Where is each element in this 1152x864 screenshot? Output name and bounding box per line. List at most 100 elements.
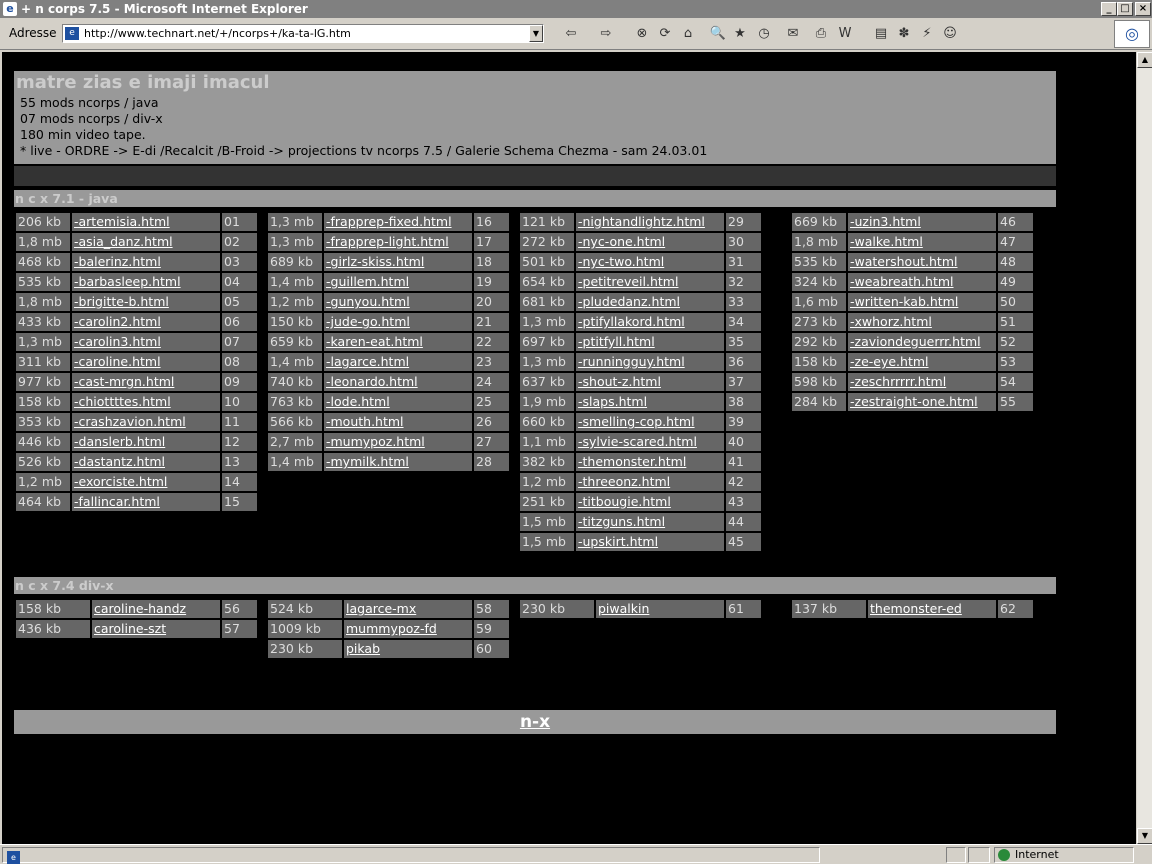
file-link[interactable]: -smelling-cop.html: [578, 414, 695, 429]
file-name-cell[interactable]: -karen-eat.html: [324, 333, 472, 351]
file-name-cell[interactable]: -lagarce.html: [324, 353, 472, 371]
scroll-down-icon[interactable]: ▼: [1137, 828, 1152, 844]
file-name-cell[interactable]: -guillem.html: [324, 273, 472, 291]
file-link[interactable]: -carolin3.html: [74, 334, 161, 349]
back-icon[interactable]: ⇦: [562, 25, 580, 43]
edit-icon[interactable]: W: [836, 25, 854, 43]
file-name-cell[interactable]: -ze-eye.html: [848, 353, 996, 371]
file-link[interactable]: -crashzavion.html: [74, 414, 186, 429]
maximize-button[interactable]: □: [1117, 2, 1133, 16]
file-name-cell[interactable]: -watershout.html: [848, 253, 996, 271]
file-name-cell[interactable]: -weabreath.html: [848, 273, 996, 291]
address-dropdown-button[interactable]: ▼: [529, 25, 543, 42]
file-link[interactable]: -titbougie.html: [578, 494, 671, 509]
file-name-cell[interactable]: -lode.html: [324, 393, 472, 411]
file-name-cell[interactable]: -smelling-cop.html: [576, 413, 724, 431]
scroll-up-icon[interactable]: ▲: [1137, 52, 1152, 68]
file-link[interactable]: themonster-ed: [870, 601, 962, 616]
file-link[interactable]: -petitreveil.html: [578, 274, 678, 289]
file-name-cell[interactable]: -shout-z.html: [576, 373, 724, 391]
file-link[interactable]: -titzguns.html: [578, 514, 665, 529]
discuss-icon[interactable]: ▤: [872, 25, 890, 43]
file-link[interactable]: -cast-mrgn.html: [74, 374, 174, 389]
file-name-cell[interactable]: -zestraight-one.html: [848, 393, 996, 411]
address-bar[interactable]: e http://www.technart.net/+/ncorps+/ka-t…: [62, 24, 544, 43]
file-name-cell[interactable]: -balerinz.html: [72, 253, 220, 271]
file-link[interactable]: -chiottttes.html: [74, 394, 171, 409]
file-name-cell[interactable]: -pludedanz.html: [576, 293, 724, 311]
file-name-cell[interactable]: -slaps.html: [576, 393, 724, 411]
refresh-icon[interactable]: ⟳: [656, 25, 674, 43]
file-link[interactable]: -weabreath.html: [850, 274, 954, 289]
file-name-cell[interactable]: -chiottttes.html: [72, 393, 220, 411]
file-link[interactable]: -pludedanz.html: [578, 294, 680, 309]
file-link[interactable]: -zeschrrrrr.html: [850, 374, 946, 389]
vertical-scrollbar[interactable]: ▲ ▼: [1136, 52, 1152, 844]
file-link[interactable]: -ptitfyll.html: [578, 334, 655, 349]
file-name-cell[interactable]: -mouth.html: [324, 413, 472, 431]
file-link[interactable]: -walke.html: [850, 234, 923, 249]
footer-link[interactable]: n-x: [520, 712, 550, 732]
file-link[interactable]: mummypoz-fd: [346, 621, 437, 636]
file-link[interactable]: -ptifyllakord.html: [578, 314, 685, 329]
file-name-cell[interactable]: -artemisia.html: [72, 213, 220, 231]
file-name-cell[interactable]: pikab: [344, 640, 472, 658]
file-link[interactable]: -balerinz.html: [74, 254, 161, 269]
file-link[interactable]: -themonster.html: [578, 454, 686, 469]
file-name-cell[interactable]: -ptifyllakord.html: [576, 313, 724, 331]
file-link[interactable]: -mymilk.html: [326, 454, 409, 469]
file-link[interactable]: pikab: [346, 641, 380, 656]
file-name-cell[interactable]: -themonster.html: [576, 453, 724, 471]
file-link[interactable]: -leonardo.html: [326, 374, 418, 389]
file-link[interactable]: -fallincar.html: [74, 494, 160, 509]
file-name-cell[interactable]: -jude-go.html: [324, 313, 472, 331]
file-name-cell[interactable]: -brigitte-b.html: [72, 293, 220, 311]
file-link[interactable]: -threeonz.html: [578, 474, 670, 489]
file-link[interactable]: -girlz-skiss.html: [326, 254, 424, 269]
search-icon[interactable]: 🔍: [709, 25, 727, 43]
file-name-cell[interactable]: -zaviondeguerrr.html: [848, 333, 996, 351]
file-name-cell[interactable]: -zeschrrrrr.html: [848, 373, 996, 391]
file-name-cell[interactable]: -petitreveil.html: [576, 273, 724, 291]
file-link[interactable]: -ze-eye.html: [850, 354, 929, 369]
file-name-cell[interactable]: -barbasleep.html: [72, 273, 220, 291]
file-name-cell[interactable]: -danslerb.html: [72, 433, 220, 451]
file-name-cell[interactable]: -nightandlightz.html: [576, 213, 724, 231]
file-name-cell[interactable]: -gunyou.html: [324, 293, 472, 311]
address-url[interactable]: http://www.technart.net/+/ncorps+/ka-ta-…: [84, 27, 351, 40]
file-name-cell[interactable]: -upskirt.html: [576, 533, 724, 551]
file-link[interactable]: -asia_danz.html: [74, 234, 173, 249]
file-name-cell[interactable]: -ptitfyll.html: [576, 333, 724, 351]
file-link[interactable]: -exorciste.html: [74, 474, 167, 489]
file-name-cell[interactable]: -uzin3.html: [848, 213, 996, 231]
file-link[interactable]: -xwhorz.html: [850, 314, 932, 329]
file-name-cell[interactable]: -titbougie.html: [576, 493, 724, 511]
file-name-cell[interactable]: lagarce-mx: [344, 600, 472, 618]
file-link[interactable]: -brigitte-b.html: [74, 294, 169, 309]
print-icon[interactable]: ⎙: [812, 25, 830, 43]
file-link[interactable]: -uzin3.html: [850, 214, 921, 229]
file-name-cell[interactable]: -fallincar.html: [72, 493, 220, 511]
file-name-cell[interactable]: -girlz-skiss.html: [324, 253, 472, 271]
file-name-cell[interactable]: -carolin2.html: [72, 313, 220, 331]
minimize-button[interactable]: _: [1101, 2, 1117, 16]
file-link[interactable]: caroline-szt: [94, 621, 166, 636]
file-link[interactable]: -lagarce.html: [326, 354, 409, 369]
file-name-cell[interactable]: -asia_danz.html: [72, 233, 220, 251]
file-name-cell[interactable]: -dastantz.html: [72, 453, 220, 471]
stop-icon[interactable]: ⊗: [633, 25, 651, 43]
file-name-cell[interactable]: caroline-handz: [92, 600, 220, 618]
file-name-cell[interactable]: -frapprep-fixed.html: [324, 213, 472, 231]
file-name-cell[interactable]: -caroline.html: [72, 353, 220, 371]
file-name-cell[interactable]: -exorciste.html: [72, 473, 220, 491]
file-link[interactable]: -zestraight-one.html: [850, 394, 978, 409]
file-link[interactable]: -danslerb.html: [74, 434, 165, 449]
file-name-cell[interactable]: -nyc-one.html: [576, 233, 724, 251]
file-name-cell[interactable]: -sylvie-scared.html: [576, 433, 724, 451]
file-name-cell[interactable]: -frapprep-light.html: [324, 233, 472, 251]
file-name-cell[interactable]: -leonardo.html: [324, 373, 472, 391]
close-button[interactable]: ×: [1135, 2, 1151, 16]
file-link[interactable]: -written-kab.html: [850, 294, 958, 309]
file-name-cell[interactable]: -cast-mrgn.html: [72, 373, 220, 391]
person-icon[interactable]: ☺: [941, 25, 959, 43]
